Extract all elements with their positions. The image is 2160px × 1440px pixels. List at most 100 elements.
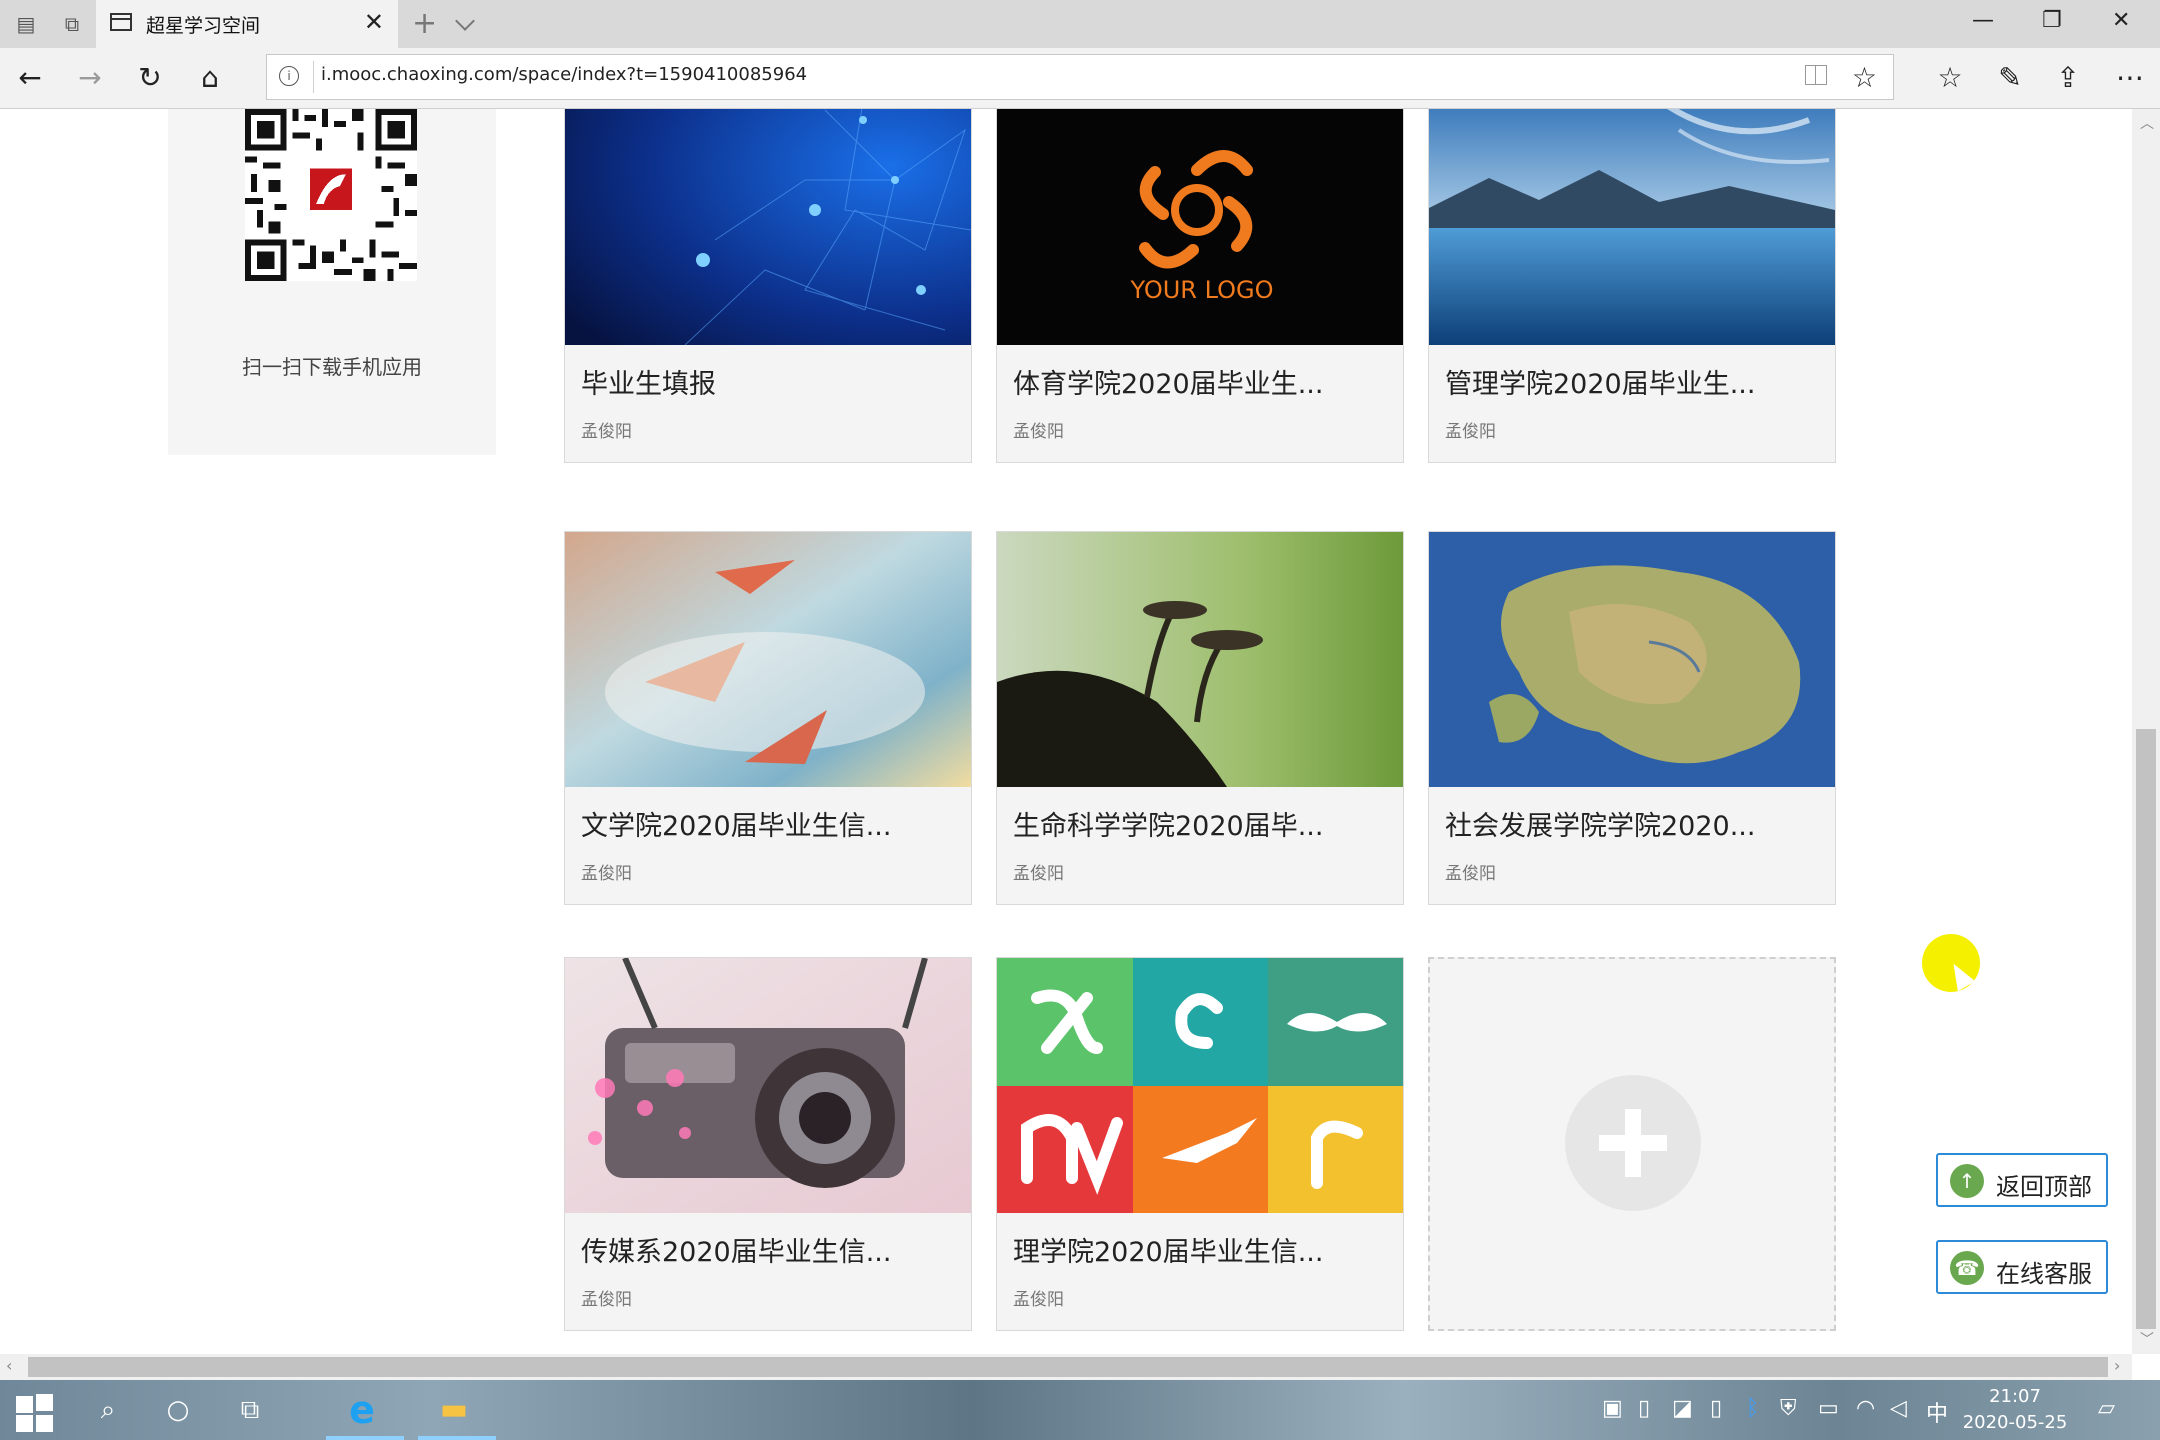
back-to-top-button[interactable]: ↑ 返回顶部 [1936, 1153, 2108, 1207]
task-view-icon[interactable]: ⧉ [232, 1392, 268, 1428]
site-info-icon[interactable]: i [279, 66, 299, 86]
scroll-thumb[interactable] [2136, 729, 2156, 1329]
new-tab-icon[interactable]: + [412, 6, 437, 41]
card-thumbnail [565, 958, 971, 1213]
card-title[interactable]: 社会发展学院学院2020... [1445, 804, 1755, 843]
close-window-icon[interactable]: ✕ [2112, 8, 2130, 33]
space-card[interactable]: 理学院2020届毕业生信... 孟俊阳 [996, 957, 1404, 1331]
page-icon [110, 13, 132, 31]
card-title[interactable]: 管理学院2020届毕业生... [1445, 362, 1755, 401]
card-author: 孟俊阳 [1445, 422, 1496, 442]
online-service-label: 在线客服 [1996, 1260, 2092, 1288]
card-author: 孟俊阳 [1013, 422, 1064, 442]
card-thumbnail [565, 532, 971, 787]
address-bar[interactable]: i i.mooc.chaoxing.com/space/index?t=1590… [266, 54, 1894, 100]
card-thumbnail [1429, 532, 1835, 787]
scroll-down-icon[interactable]: ﹀ [2140, 1329, 2154, 1349]
add-favorite-icon[interactable]: ☆ [1852, 61, 1877, 94]
tab-title: 超星学习空间 [146, 15, 261, 37]
logo-text: YOUR LOGO [1129, 276, 1273, 304]
clock[interactable]: 21:07 2020-05-25 [1940, 1384, 2090, 1436]
tab-actions-icon[interactable]: ▤ [12, 10, 40, 38]
more-icon[interactable]: ⋯ [2112, 60, 2148, 96]
file-explorer-icon[interactable]: ▬ [436, 1392, 472, 1428]
card-thumbnail: YOUR LOGO [997, 109, 1403, 345]
edge-browser-icon[interactable]: e [344, 1391, 380, 1429]
card-author: 孟俊阳 [581, 864, 632, 884]
security-shield-icon[interactable]: ⛨ [1780, 1396, 1797, 1421]
usb-icon[interactable]: ▯ [1638, 1396, 1650, 1421]
refresh-icon[interactable]: ↻ [132, 60, 168, 96]
card-author: 孟俊阳 [1013, 1290, 1064, 1310]
space-card[interactable]: 管理学院2020届毕业生... 孟俊阳 [1428, 109, 1836, 463]
minimize-icon[interactable]: — [1972, 8, 1994, 33]
restore-icon[interactable]: ❐ [2042, 8, 2062, 33]
card-title[interactable]: 理学院2020届毕业生信... [1013, 1230, 1323, 1269]
card-thumbnail [997, 958, 1403, 1213]
address-divider [313, 61, 314, 93]
wifi-icon[interactable]: ◠ [1856, 1396, 1875, 1421]
card-author: 孟俊阳 [581, 422, 632, 442]
url-text[interactable]: i.mooc.chaoxing.com/space/index?t=159041… [321, 64, 807, 85]
plus-icon[interactable] [1565, 1075, 1701, 1211]
tab-active[interactable]: 超星学习空间 ✕ [96, 0, 398, 48]
favorites-icon[interactable]: ☆ [1932, 60, 1968, 96]
share-icon[interactable]: ⇪ [2050, 60, 2086, 96]
card-title[interactable]: 体育学院2020届毕业生... [1013, 362, 1323, 401]
active-app-indicator [418, 1436, 496, 1440]
page-content: 扫一扫下载手机应用 毕业生填报 孟俊阳 YOUR LOGO 体育学院2020届毕… [0, 109, 2132, 1354]
card-title[interactable]: 传媒系2020届毕业生信... [581, 1230, 891, 1269]
space-card[interactable]: 毕业生填报 孟俊阳 [564, 109, 972, 463]
pen-icon[interactable]: ✎ [1992, 60, 2028, 96]
clock-date: 2020-05-25 [1962, 1412, 2068, 1433]
card-author: 孟俊阳 [581, 1290, 632, 1310]
nav-bar: ← → ↻ ⌂ i i.mooc.chaoxing.com/space/inde… [0, 48, 2160, 109]
add-space-card[interactable] [1428, 957, 1836, 1331]
space-card[interactable]: 生命科学学院2020届毕... 孟俊阳 [996, 531, 1404, 905]
film-icon[interactable]: ▣ [1602, 1396, 1623, 1421]
volume-icon[interactable]: ◁ [1890, 1396, 1907, 1421]
card-thumbnail [1429, 109, 1835, 345]
card-thumbnail [997, 532, 1403, 787]
scroll-right-icon[interactable]: › [2114, 1356, 2120, 1375]
back-icon[interactable]: ← [12, 60, 48, 96]
card-thumbnail [565, 109, 971, 345]
set-aside-tabs-icon[interactable]: ⧉ [58, 10, 86, 38]
space-card[interactable]: 传媒系2020届毕业生信... 孟俊阳 [564, 957, 972, 1331]
active-app-indicator [326, 1436, 404, 1440]
search-icon[interactable]: ⌕ [90, 1392, 126, 1428]
online-service-button[interactable]: ☎ 在线客服 [1936, 1240, 2108, 1294]
arrow-up-icon: ↑ [1950, 1164, 1984, 1198]
battery-icon[interactable]: ▭ [1818, 1396, 1839, 1421]
forward-icon[interactable]: → [72, 60, 108, 96]
scroll-left-icon[interactable]: ‹ [6, 1356, 12, 1375]
cortana-icon[interactable]: ○ [160, 1392, 196, 1428]
space-card[interactable]: 文学院2020届毕业生信... 孟俊阳 [564, 531, 972, 905]
card-title[interactable]: 生命科学学院2020届毕... [1013, 804, 1323, 843]
reading-view-icon[interactable] [1805, 65, 1827, 85]
battery-usb-icon[interactable]: ▯ [1710, 1396, 1722, 1421]
vertical-scrollbar[interactable]: ︿ ﹀ [2132, 109, 2160, 1354]
qr-caption: 扫一扫下载手机应用 [242, 355, 422, 379]
scroll-up-icon[interactable]: ︿ [2140, 113, 2154, 133]
horizontal-scrollbar[interactable]: ‹ › [0, 1354, 2132, 1380]
back-to-top-label: 返回顶部 [1996, 1173, 2092, 1201]
card-title[interactable]: 毕业生填报 [581, 362, 716, 401]
bluetooth-icon[interactable]: ᛒ [1746, 1396, 1759, 1421]
app-download-panel: 扫一扫下载手机应用 [168, 109, 496, 455]
qr-code [245, 109, 417, 281]
headset-icon: ☎ [1950, 1251, 1984, 1285]
horizontal-scroll-thumb[interactable] [28, 1357, 2108, 1377]
notifications-icon[interactable]: ▱ [2098, 1396, 2115, 1421]
card-author: 孟俊阳 [1445, 864, 1496, 884]
title-bar: ▤ ⧉ 超星学习空间 ✕ + — ❐ ✕ [0, 0, 2160, 48]
taskbar: ⌕ ○ ⧉ e ▬ ▣ ▯ ◪ ▯ ᛒ ⛨ ▭ ◠ ◁ 中 21:07 2020… [0, 1380, 2160, 1440]
network-app-icon[interactable]: ◪ [1672, 1396, 1693, 1421]
card-title[interactable]: 文学院2020届毕业生信... [581, 804, 891, 843]
windows-start-icon[interactable] [16, 1394, 54, 1432]
space-card[interactable]: 社会发展学院学院2020... 孟俊阳 [1428, 531, 1836, 905]
chevron-down-icon[interactable] [455, 11, 475, 31]
close-tab-icon[interactable]: ✕ [364, 8, 384, 36]
home-icon[interactable]: ⌂ [192, 60, 228, 96]
space-card[interactable]: YOUR LOGO 体育学院2020届毕业生... 孟俊阳 [996, 109, 1404, 463]
